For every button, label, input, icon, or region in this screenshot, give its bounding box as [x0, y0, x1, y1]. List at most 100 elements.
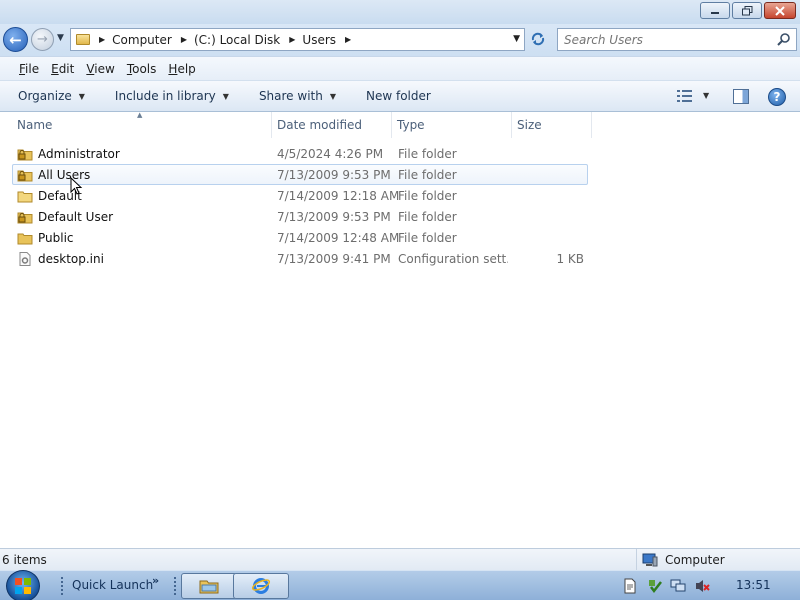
maximize-button[interactable]: [732, 2, 762, 19]
breadcrumb-arrow-icon[interactable]: ▶: [289, 35, 295, 44]
title-bar: [0, 0, 800, 24]
refresh-button[interactable]: [529, 30, 547, 48]
preview-pane-icon[interactable]: [733, 89, 749, 104]
status-bar: 6 items Computer: [0, 548, 800, 571]
locked-folder-icon: [17, 212, 33, 224]
file-name: desktop.ini: [38, 252, 104, 266]
taskbar-explorer-button[interactable]: [181, 573, 237, 599]
file-date: 7/13/2009 9:53 PM: [277, 168, 391, 182]
toolbar-grip[interactable]: [173, 576, 177, 596]
breadcrumb-arrow-icon[interactable]: ▶: [345, 35, 351, 44]
file-row-all-users[interactable]: All Users 7/13/2009 9:53 PM File folder: [12, 164, 588, 185]
file-row-default[interactable]: Default 7/14/2009 12:18 AM File folder: [12, 185, 588, 206]
command-bar: Organize ▼ Include in library ▼ Share with…: [0, 80, 800, 112]
menu-view[interactable]: View: [80, 62, 120, 76]
menu-edit[interactable]: Edit: [45, 62, 80, 76]
search-box[interactable]: [557, 28, 797, 51]
column-header-size[interactable]: Size: [512, 112, 592, 138]
help-icon[interactable]: ?: [768, 88, 786, 106]
minimize-button[interactable]: [700, 2, 730, 19]
file-type: Configuration sett...: [398, 252, 508, 266]
network-icon[interactable]: [670, 578, 686, 594]
arrow-right-icon: →: [37, 32, 48, 47]
document-icon[interactable]: [622, 578, 638, 594]
file-date: 7/13/2009 9:41 PM: [277, 252, 391, 266]
file-row-default-user[interactable]: Default User 7/13/2009 9:53 PM File fold…: [12, 206, 588, 227]
computer-icon: [642, 553, 658, 567]
item-count: 6 items: [2, 553, 47, 567]
locked-folder-icon: [17, 149, 33, 161]
arrow-left-icon: ←: [9, 30, 22, 49]
column-header-type[interactable]: Type: [392, 112, 512, 138]
windows-logo-icon: [15, 578, 31, 594]
close-button[interactable]: [764, 2, 796, 19]
organize-button[interactable]: Organize ▼: [10, 89, 93, 103]
clock[interactable]: 13:51: [736, 578, 771, 592]
status-location: Computer: [636, 549, 725, 571]
file-type: File folder: [398, 231, 457, 245]
back-button[interactable]: ←: [3, 27, 28, 52]
breadcrumb-arrow-icon[interactable]: ▶: [99, 35, 105, 44]
view-options-dropdown[interactable]: ▼: [703, 91, 709, 100]
action-center-icon[interactable]: [647, 578, 663, 594]
file-row-desktop-ini[interactable]: desktop.ini 7/13/2009 9:41 PM Configurat…: [12, 248, 588, 269]
quick-launch-label[interactable]: Quick Launch: [72, 578, 153, 592]
chevron-down-icon: ▼: [329, 91, 336, 101]
address-bar[interactable]: ▶ Computer ▶ (C:) Local Disk ▶ Users ▶ ▼: [70, 28, 525, 51]
folder-icon: [76, 34, 90, 45]
breadcrumb-computer[interactable]: Computer: [112, 33, 172, 47]
start-button[interactable]: [6, 570, 40, 600]
locked-folder-icon: [17, 170, 33, 182]
menu-tools[interactable]: Tools: [121, 62, 163, 76]
column-headers: ▲ Name Date modified Type Size: [0, 111, 800, 138]
column-header-name[interactable]: Name: [12, 112, 272, 138]
speaker-muted-icon[interactable]: [694, 578, 710, 594]
folder-icon: [17, 233, 33, 245]
close-icon: [775, 5, 785, 16]
breadcrumb-local-disk[interactable]: (C:) Local Disk: [194, 33, 280, 47]
minimize-icon: [711, 11, 719, 14]
share-with-button[interactable]: Share with ▼: [251, 89, 344, 103]
forward-button[interactable]: →: [31, 28, 54, 51]
file-name: Administrator: [38, 147, 120, 161]
menu-bar: File Edit View Tools Help: [0, 56, 800, 80]
file-date: 7/14/2009 12:48 AM: [277, 231, 400, 245]
restore-icon: [741, 5, 752, 15]
mouse-cursor-icon: [70, 177, 83, 195]
file-name: Public: [38, 231, 74, 245]
address-history-dropdown[interactable]: ▼: [513, 34, 520, 44]
menu-file[interactable]: File: [13, 62, 45, 76]
file-row-public[interactable]: Public 7/14/2009 12:48 AM File folder: [12, 227, 588, 248]
system-tray: 13:51: [612, 571, 800, 600]
column-header-date-modified[interactable]: Date modified: [272, 112, 392, 138]
include-in-library-button[interactable]: Include in library ▼: [107, 89, 237, 103]
file-type: File folder: [398, 168, 457, 182]
internet-explorer-icon: [251, 578, 271, 594]
file-size: 1 KB: [556, 252, 584, 266]
file-type: File folder: [398, 210, 457, 224]
quick-launch-more-button[interactable]: »: [152, 574, 159, 587]
taskbar: Quick Launch » 13:51: [0, 570, 800, 600]
taskbar-internet-explorer-button[interactable]: [233, 573, 289, 599]
file-name: Default User: [38, 210, 114, 224]
chevron-down-icon: ▼: [222, 91, 229, 101]
new-folder-button[interactable]: New folder: [358, 89, 439, 103]
search-icon[interactable]: [777, 32, 791, 46]
folder-icon: [199, 580, 219, 594]
file-date: 7/14/2009 12:18 AM: [277, 189, 400, 203]
recent-pages-dropdown[interactable]: ▼: [57, 33, 64, 43]
toolbar-grip[interactable]: [60, 576, 64, 596]
change-view-icon[interactable]: [677, 89, 693, 103]
breadcrumb-users[interactable]: Users: [302, 33, 336, 47]
file-row-administrator[interactable]: Administrator 4/5/2024 4:26 PM File fold…: [12, 143, 588, 164]
search-input[interactable]: [564, 32, 774, 47]
menu-help[interactable]: Help: [162, 62, 201, 76]
file-type: File folder: [398, 189, 457, 203]
breadcrumb-arrow-icon[interactable]: ▶: [181, 35, 187, 44]
navigation-bar: ← → ▼ ▶ Computer ▶ (C:) Local Disk ▶ Use…: [0, 24, 800, 56]
file-date: 7/13/2009 9:53 PM: [277, 210, 391, 224]
chevron-down-icon: ▼: [78, 91, 85, 101]
settings-file-icon: [19, 252, 31, 266]
refresh-icon: [531, 32, 545, 46]
file-date: 4/5/2024 4:26 PM: [277, 147, 384, 161]
